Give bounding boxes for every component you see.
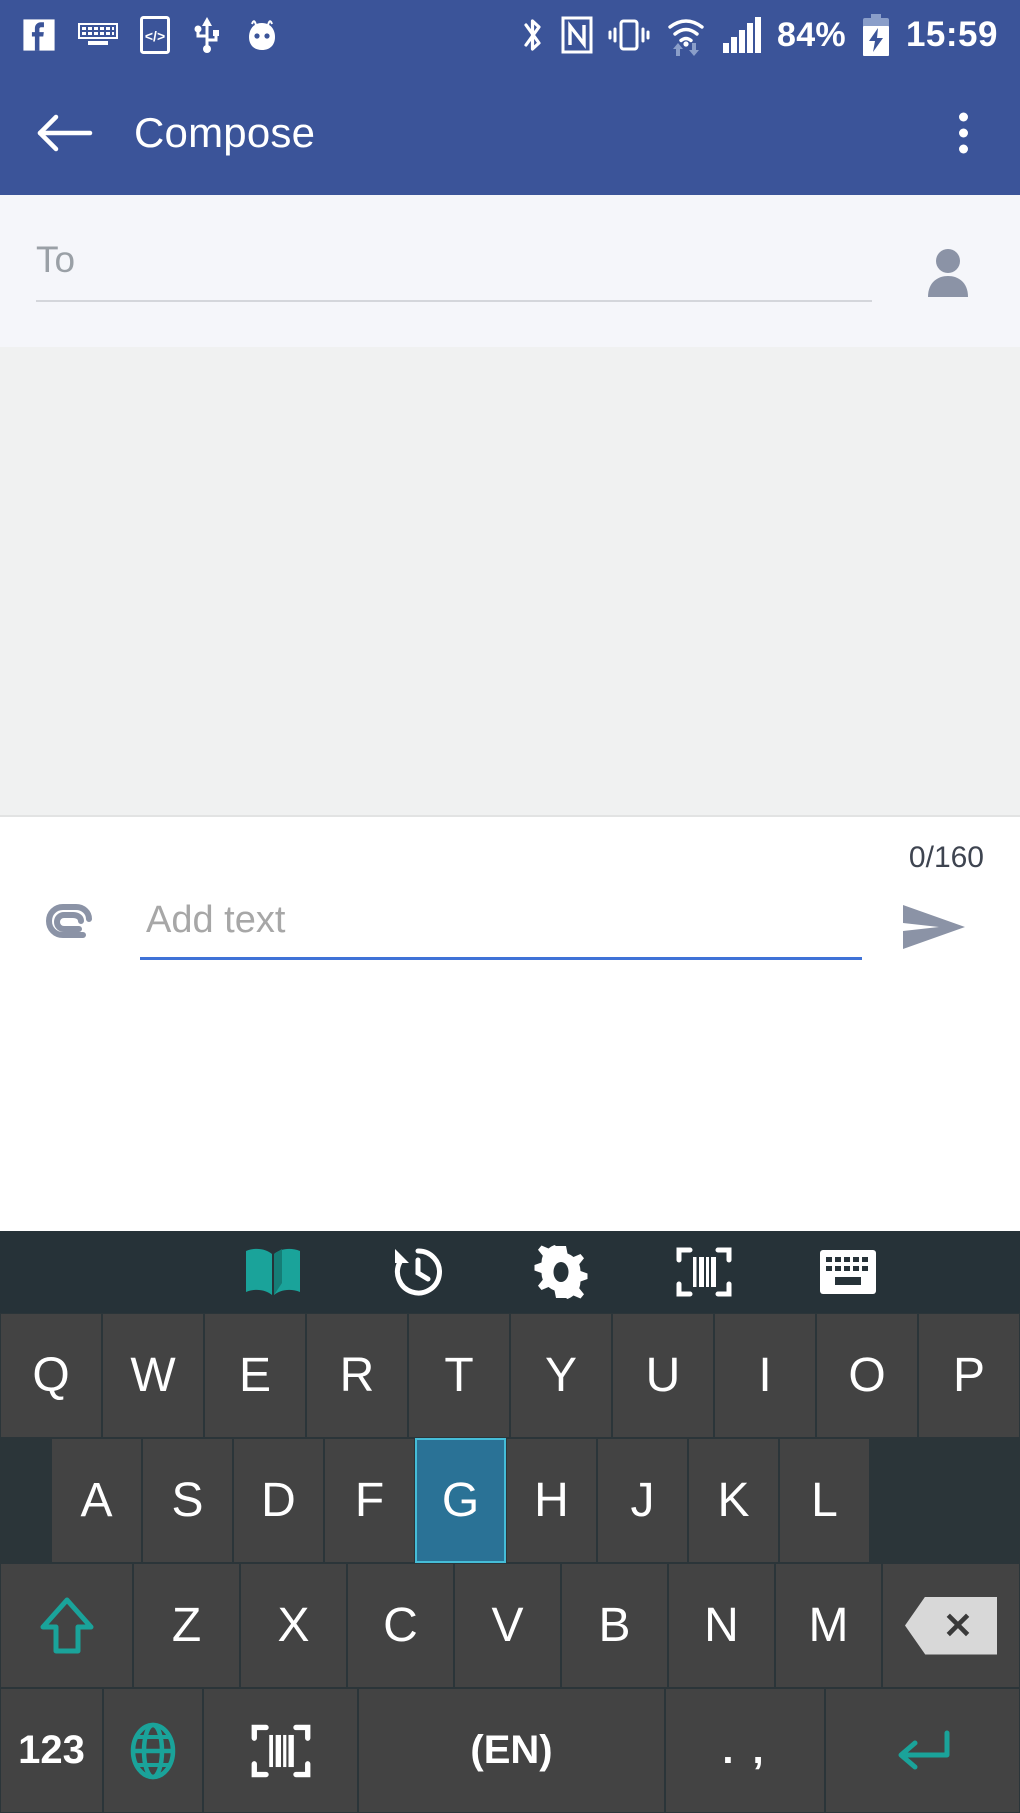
key-s[interactable]: S bbox=[142, 1438, 233, 1563]
soft-keyboard: Q W E R T Y U I O P A S D F G H J K L Z … bbox=[0, 1231, 1020, 1813]
key-enter[interactable] bbox=[825, 1688, 1020, 1813]
key-f[interactable]: F bbox=[324, 1438, 415, 1563]
recipient-section bbox=[0, 195, 1020, 347]
back-arrow-icon[interactable] bbox=[36, 112, 94, 154]
key-backspace[interactable]: ✕ bbox=[882, 1563, 1020, 1688]
vibrate-mode-icon bbox=[608, 16, 650, 54]
key-x[interactable]: X bbox=[240, 1563, 347, 1688]
key-g[interactable]: G bbox=[415, 1438, 506, 1563]
cyanogenmod-icon bbox=[244, 18, 280, 52]
key-l[interactable]: L bbox=[779, 1438, 870, 1563]
battery-percent: 84% bbox=[777, 16, 846, 54]
key-r[interactable]: R bbox=[306, 1313, 408, 1438]
key-i[interactable]: I bbox=[714, 1313, 816, 1438]
keyboard-rows: Q W E R T Y U I O P A S D F G H J K L Z … bbox=[0, 1313, 1020, 1813]
key-barcode-scan[interactable] bbox=[203, 1688, 358, 1813]
keyboard-active-icon bbox=[78, 20, 118, 50]
settings-gear-icon[interactable] bbox=[512, 1237, 610, 1307]
compose-section: 0/160 bbox=[0, 817, 1020, 1017]
app-bar: Compose bbox=[0, 70, 1020, 195]
key-h[interactable]: H bbox=[506, 1438, 597, 1563]
send-icon[interactable] bbox=[880, 899, 990, 955]
svg-text:</>: </> bbox=[145, 28, 165, 44]
keyboard-row-2: A S D F G H J K L bbox=[0, 1438, 1020, 1563]
key-a[interactable]: A bbox=[51, 1438, 142, 1563]
keyboard-row-3: Z X C V B N M ✕ bbox=[0, 1563, 1020, 1688]
recipient-input[interactable] bbox=[36, 239, 872, 303]
clock-time: 15:59 bbox=[905, 15, 998, 54]
key-n[interactable]: N bbox=[668, 1563, 775, 1688]
keyboard-row-1: Q W E R T Y U I O P bbox=[0, 1313, 1020, 1438]
dictionary-icon[interactable] bbox=[222, 1237, 324, 1307]
key-numbers[interactable]: 123 bbox=[0, 1688, 103, 1813]
facebook-icon bbox=[22, 18, 56, 52]
key-z[interactable]: Z bbox=[133, 1563, 240, 1688]
key-q[interactable]: Q bbox=[0, 1313, 102, 1438]
cellular-signal-icon bbox=[722, 16, 762, 54]
backspace-icon: ✕ bbox=[905, 1596, 997, 1655]
battery-charging-icon bbox=[861, 14, 891, 56]
recipient-field-wrap bbox=[36, 226, 872, 316]
key-t[interactable]: T bbox=[408, 1313, 510, 1438]
key-c[interactable]: C bbox=[347, 1563, 454, 1688]
wifi-icon bbox=[665, 14, 707, 56]
message-input-underline bbox=[140, 957, 862, 960]
status-bar: </> 84% 15:59 bbox=[0, 0, 1020, 70]
bluetooth-icon bbox=[520, 15, 546, 55]
key-k[interactable]: K bbox=[688, 1438, 779, 1563]
keyboard-toolbar bbox=[0, 1231, 1020, 1313]
key-p[interactable]: P bbox=[918, 1313, 1020, 1438]
key-y[interactable]: Y bbox=[510, 1313, 612, 1438]
keyboard-layout-icon[interactable] bbox=[798, 1240, 898, 1304]
message-input-wrap bbox=[140, 893, 862, 960]
recipient-underline bbox=[36, 300, 872, 302]
status-bar-left-icons: </> bbox=[22, 16, 280, 54]
key-space[interactable]: (EN) bbox=[358, 1688, 665, 1813]
key-b[interactable]: B bbox=[561, 1563, 668, 1688]
key-e[interactable]: E bbox=[204, 1313, 306, 1438]
key-d[interactable]: D bbox=[233, 1438, 324, 1563]
page-title: Compose bbox=[134, 108, 316, 156]
keyboard-row-4: 123 (EN) . , bbox=[0, 1688, 1020, 1813]
history-icon[interactable] bbox=[369, 1237, 467, 1307]
character-counter: 0/160 bbox=[908, 841, 984, 874]
nfc-icon bbox=[561, 15, 593, 55]
key-m[interactable]: M bbox=[775, 1563, 882, 1688]
message-input[interactable] bbox=[140, 893, 862, 960]
key-j[interactable]: J bbox=[597, 1438, 688, 1563]
message-body-area[interactable] bbox=[0, 347, 1020, 817]
key-shift[interactable] bbox=[0, 1563, 133, 1688]
key-punctuation[interactable]: . , bbox=[665, 1688, 825, 1813]
compose-row bbox=[0, 893, 1020, 960]
overflow-menu-icon[interactable] bbox=[951, 104, 976, 161]
key-o[interactable]: O bbox=[816, 1313, 918, 1438]
key-v[interactable]: V bbox=[454, 1563, 561, 1688]
status-bar-right-icons: 84% 15:59 bbox=[520, 0, 998, 70]
key-language-globe[interactable] bbox=[103, 1688, 203, 1813]
usb-icon bbox=[192, 16, 222, 54]
attachment-paperclip-icon[interactable] bbox=[30, 903, 122, 951]
key-w[interactable]: W bbox=[102, 1313, 204, 1438]
key-u[interactable]: U bbox=[612, 1313, 714, 1438]
barcode-scanner-icon[interactable] bbox=[655, 1237, 753, 1307]
developer-options-icon: </> bbox=[140, 16, 170, 54]
contact-picker-icon[interactable] bbox=[912, 240, 984, 302]
